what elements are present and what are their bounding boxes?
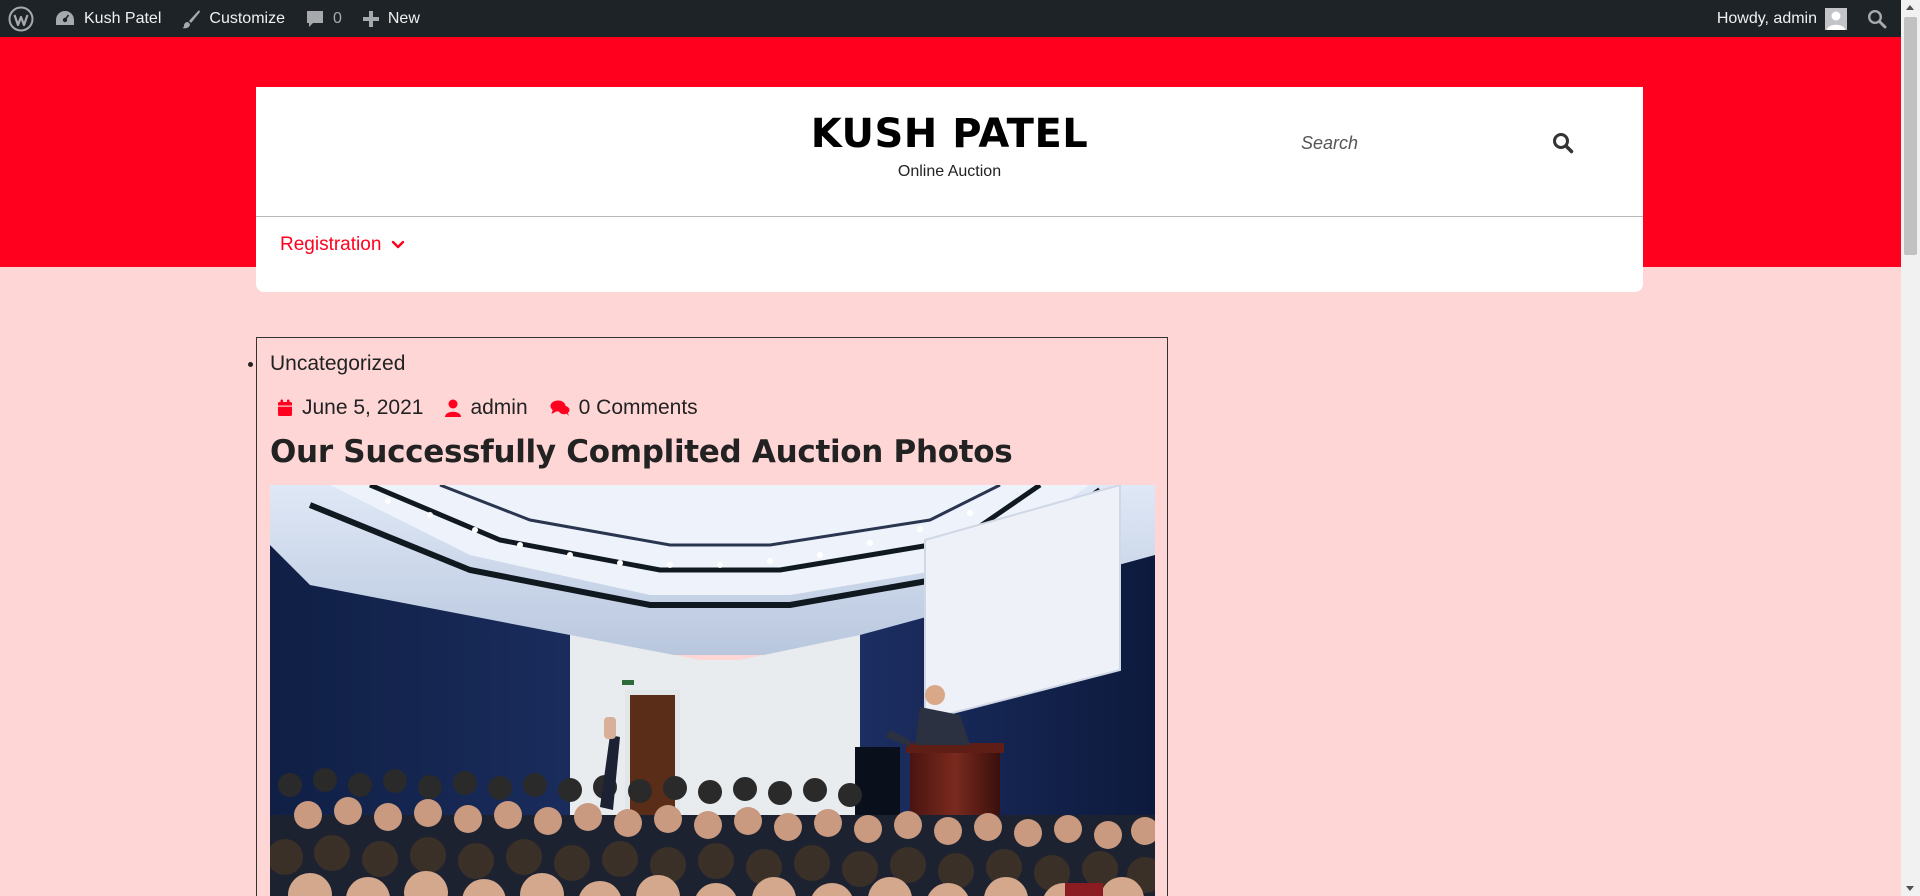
customize-link[interactable]: Customize	[171, 0, 295, 37]
post-comments[interactable]: 0 Comments	[550, 396, 698, 420]
search-input[interactable]	[1291, 123, 1521, 163]
user-silhouette-icon	[1827, 11, 1845, 30]
new-label: New	[387, 9, 420, 27]
post-featured-image[interactable]	[270, 485, 1155, 896]
post-meta: June 5, 2021 admin 0 Comments	[277, 396, 720, 420]
auction-room-photo	[270, 485, 1155, 896]
calendar-icon	[278, 399, 292, 416]
comment-bubble-icon	[306, 10, 323, 27]
post-date[interactable]: June 5, 2021	[277, 396, 423, 420]
my-account-menu[interactable]: Howdy, admin	[1707, 0, 1855, 37]
header-card: KUSH PATEL Online Auction Registration	[256, 87, 1643, 292]
comments-icon	[550, 400, 570, 416]
nav-item-registration[interactable]: Registration	[280, 234, 405, 256]
new-content-menu[interactable]: New	[352, 0, 430, 37]
user-icon	[445, 399, 462, 417]
paintbrush-icon	[182, 9, 201, 28]
list-bullet	[248, 362, 253, 367]
search-button[interactable]	[1545, 125, 1581, 161]
admin-bar: Kush Patel Customize 0 New Howdy, admin	[0, 0, 1901, 37]
search-form	[1291, 121, 1581, 165]
site-name-label: Kush Patel	[84, 9, 162, 27]
post-comments-text: 0 Comments	[578, 396, 698, 419]
avatar	[1825, 7, 1847, 30]
page-scrollbar[interactable]	[1901, 0, 1920, 896]
post-title[interactable]: Our Successfully Complited Auction Photo…	[270, 434, 1013, 470]
site-name-menu[interactable]: Kush Patel	[44, 0, 171, 37]
howdy-label: Howdy, admin	[1716, 9, 1817, 27]
search-icon	[1867, 9, 1887, 28]
dashboard-icon	[56, 10, 74, 25]
site-tagline: Online Auction	[897, 163, 1002, 180]
plus-icon	[362, 10, 379, 27]
post-article: Uncategorized June 5, 2021 admin 0 Comme…	[248, 337, 1168, 896]
branding-area: KUSH PATEL Online Auction	[256, 87, 1643, 217]
comments-link[interactable]: 0	[295, 0, 352, 37]
admin-search-button[interactable]	[1855, 0, 1901, 37]
post-author[interactable]: admin	[445, 396, 528, 420]
comments-count: 0	[332, 9, 342, 27]
category-link[interactable]: Uncategorized	[270, 352, 405, 376]
wordpress-icon	[8, 6, 34, 31]
post-author-text: admin	[470, 396, 528, 419]
wordpress-logo-button[interactable]	[0, 0, 44, 37]
scroll-down-arrow-icon[interactable]	[1906, 886, 1914, 891]
customize-label: Customize	[209, 9, 285, 27]
scroll-up-arrow-icon[interactable]	[1906, 5, 1914, 10]
nav-item-label: Registration	[280, 234, 382, 255]
site-header: KUSH PATEL Online Auction Registration	[0, 37, 1901, 292]
post-date-text: June 5, 2021	[302, 396, 424, 419]
chevron-down-icon	[392, 240, 405, 249]
scrollbar-thumb[interactable]	[1904, 17, 1917, 255]
search-icon	[1553, 133, 1574, 154]
